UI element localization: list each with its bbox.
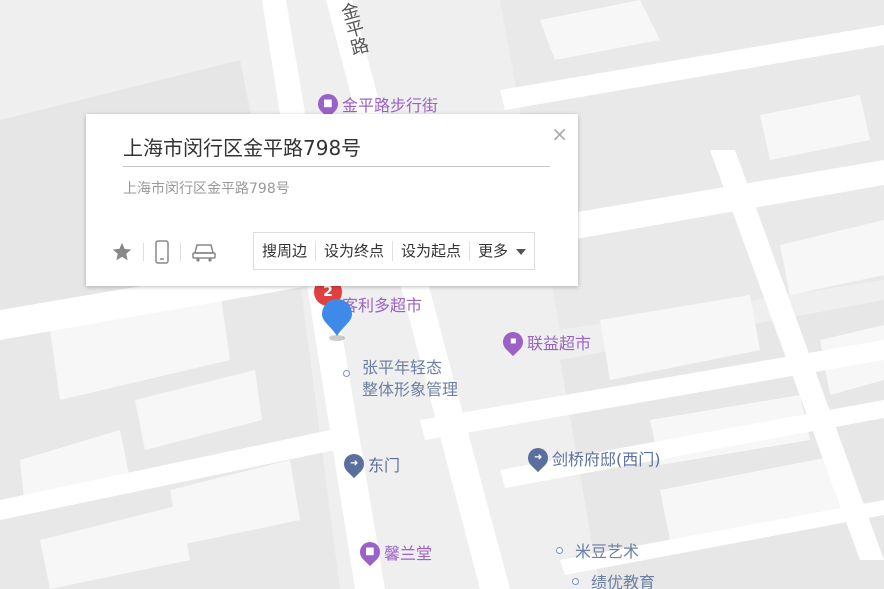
- map-base: [0, 0, 884, 589]
- popup-address: 上海市闵行区金平路798号: [123, 181, 290, 197]
- divider: [180, 243, 181, 261]
- divider: [143, 243, 144, 261]
- poi-jinpinglu-pedestrian-street[interactable]: ■ 金平路步行街: [313, 89, 438, 119]
- dot-icon: [343, 370, 350, 377]
- cart-icon: ▪: [498, 327, 528, 357]
- more-label: 更多: [478, 242, 509, 260]
- gate-icon: ➜: [339, 449, 369, 479]
- dot-icon: [572, 577, 579, 585]
- poi-zhangpingnian[interactable]: 张平年轻态 整体形象管理: [343, 357, 458, 401]
- poi-jiyou-education[interactable]: 绩优教育: [572, 569, 655, 589]
- car-icon[interactable]: [191, 241, 217, 263]
- poi-east-gate[interactable]: ➜ 东门: [339, 449, 400, 479]
- divider: [123, 166, 550, 167]
- phone-icon[interactable]: [154, 240, 170, 264]
- poi-lianyi-supermarket[interactable]: ▪ 联益超市: [498, 327, 591, 357]
- more-dropdown-button[interactable]: 更多: [470, 241, 534, 261]
- dot-icon: [556, 546, 563, 554]
- popup-title: 上海市闵行区金平路798号: [123, 136, 362, 160]
- poi-midou-art[interactable]: 米豆艺术: [556, 538, 639, 562]
- location-marker-icon[interactable]: [320, 298, 354, 344]
- set-as-destination-button[interactable]: 设为终点: [316, 241, 394, 261]
- set-as-origin-button[interactable]: 设为起点: [393, 241, 471, 261]
- star-icon[interactable]: [111, 241, 133, 263]
- chevron-down-icon: [516, 248, 527, 255]
- gate-icon: ➜: [523, 443, 553, 473]
- poi-kelido-supermarket[interactable]: 客利多超市: [342, 292, 422, 316]
- popup-actions: 搜周边 设为终点 设为起点 更多: [253, 232, 536, 270]
- poi-jianqiao-west-gate[interactable]: ➜ 剑桥府邸(西门): [523, 443, 661, 473]
- poi-xinlantang[interactable]: ■ 馨兰堂: [355, 537, 432, 567]
- shop-icon: ■: [355, 537, 385, 567]
- popup-icon-bar: [111, 240, 217, 264]
- location-popup: 上海市闵行区金平路798号 上海市闵行区金平路798号 × 搜周边 设为终点 设…: [86, 114, 578, 286]
- search-nearby-button[interactable]: 搜周边: [254, 241, 317, 261]
- map-canvas[interactable]: 金平路 ■ 金平路步行街 客利多超市 ▪ 联益超市 张平年轻态 整体形象管理 ➜…: [0, 0, 884, 589]
- close-icon[interactable]: ×: [551, 122, 568, 146]
